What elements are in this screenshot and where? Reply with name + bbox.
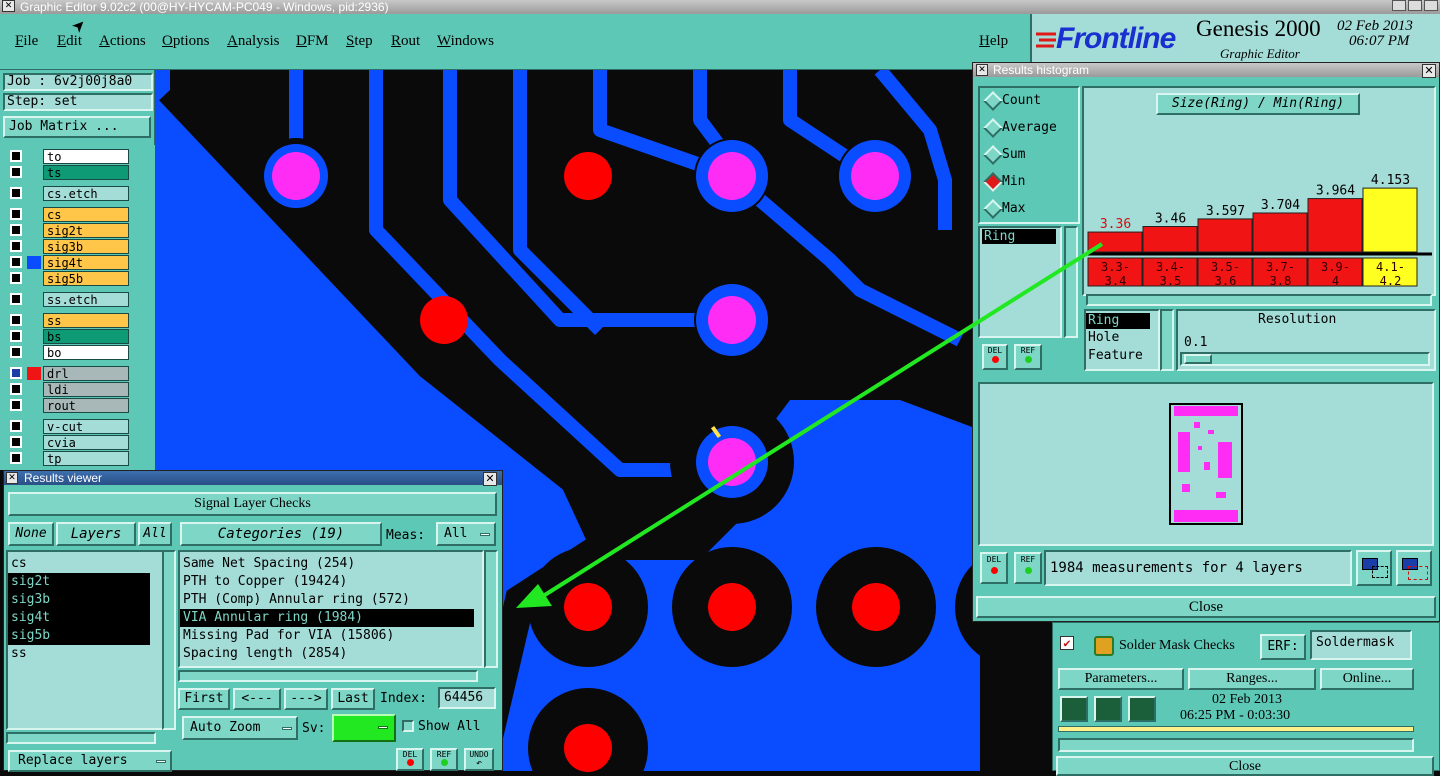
annotation-arrow <box>516 242 1104 608</box>
